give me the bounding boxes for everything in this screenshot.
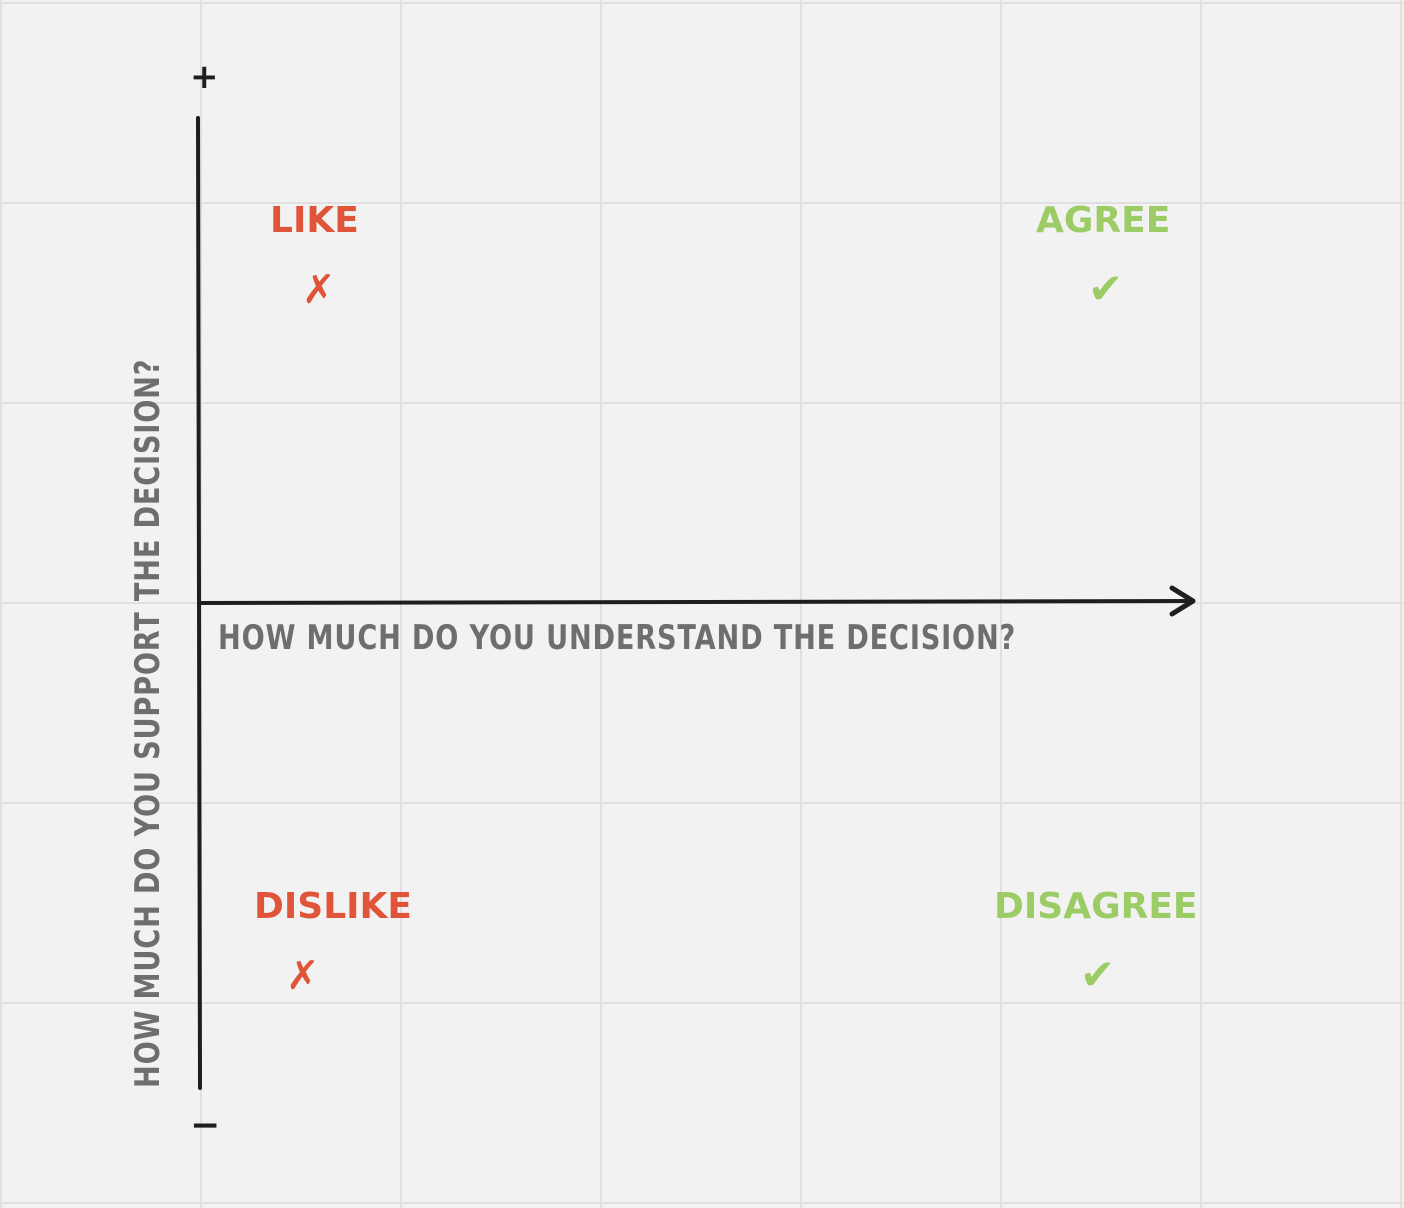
y-axis-title: How much do you support the decision?: [128, 358, 168, 1088]
x-axis-title: How much do you understand the decision?: [218, 618, 1017, 658]
check-icon: ✔: [1080, 950, 1116, 999]
y-axis-minus-sign: −: [190, 1105, 221, 1146]
cross-icon: ✗: [302, 267, 336, 313]
quadrant-label-disagree: Disagree: [994, 886, 1198, 927]
cross-icon: ✗: [286, 953, 320, 999]
quadrant-label-like: Like: [270, 200, 359, 241]
quadrant-label-agree: Agree: [1036, 200, 1171, 241]
axes-layer: [196, 116, 1196, 1090]
check-icon: ✔: [1088, 264, 1124, 313]
y-axis-plus-sign: +: [190, 57, 219, 97]
quadrant-label-dislike: Dislike: [254, 886, 413, 927]
diagram-canvas: + − Like ✗ Agree ✔ Dislike ✗ Disagree ✔ …: [0, 0, 1404, 1208]
x-axis-line: [197, 599, 1192, 605]
